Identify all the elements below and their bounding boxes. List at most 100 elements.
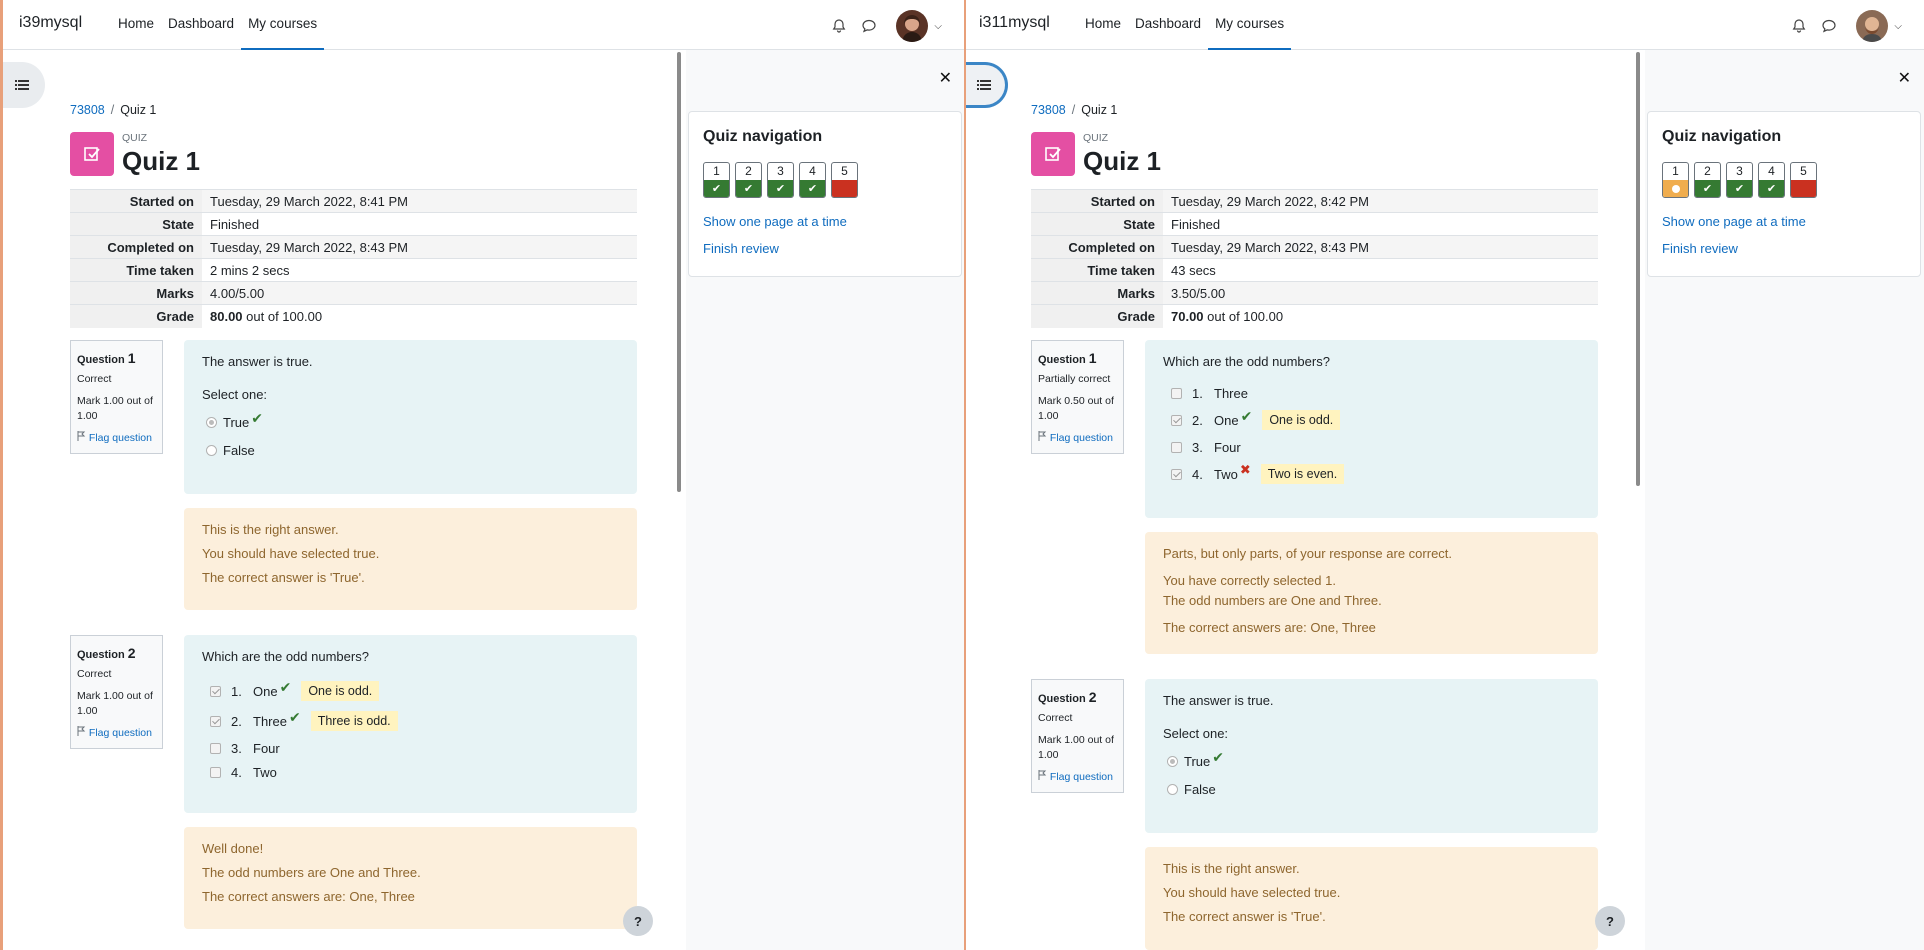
option-feedback: Three is odd. <box>310 711 398 731</box>
answer-option[interactable]: True ✔ <box>1163 747 1580 775</box>
bell-icon[interactable] <box>828 15 850 37</box>
scrollbar[interactable] <box>677 52 681 492</box>
messages-icon[interactable] <box>1818 15 1840 37</box>
question-mark: Mark 0.50 out of 1.00 <box>1038 395 1114 423</box>
option-number: 4. <box>231 764 242 780</box>
option-number: 2. <box>1192 412 1203 428</box>
checkbox[interactable] <box>210 685 221 697</box>
answer-option[interactable]: 4. Two ✖ Two is even. <box>1163 459 1580 489</box>
answer-option[interactable]: 2. Three ✔ Three is odd. <box>202 706 619 736</box>
checkbox[interactable] <box>210 766 221 778</box>
answer-option[interactable]: False <box>1163 775 1580 803</box>
nav-home[interactable]: Home <box>111 0 161 50</box>
finish-review-link[interactable]: Finish review <box>703 241 779 256</box>
question-nav-button-4[interactable]: 4 ✔ <box>1758 162 1785 198</box>
question-nav-button-2[interactable]: 2 ✔ <box>1694 162 1721 198</box>
answer-option[interactable]: 1. One ✔ One is odd. <box>202 676 619 706</box>
answer-prompt: Select one: <box>202 387 268 402</box>
question-nav-button-5[interactable]: 5 <box>1790 162 1817 198</box>
quiz-icon <box>70 132 114 176</box>
nav-my-courses[interactable]: My courses <box>241 0 325 50</box>
question-feedback: Parts, but only parts, of your response … <box>1145 532 1598 654</box>
general-feedback: This is the right answer. <box>1163 861 1300 876</box>
breadcrumb-separator: / <box>1071 103 1076 117</box>
question-buttons: 1 2 ✔ 3 ✔ 4 ✔ 5 <box>1662 162 1822 198</box>
question-formulation: Which are the odd numbers? 1. Three 2. One… <box>1145 340 1598 518</box>
grade-suffix: out of 100.00 <box>242 308 323 324</box>
flag-question-link[interactable]: Flag question <box>77 725 156 741</box>
question-word: Question <box>1038 693 1086 705</box>
breadcrumb-separator: / <box>110 103 115 117</box>
summary-row: Grade 80.00 out of 100.00 <box>70 304 637 328</box>
show-one-page-link[interactable]: Show one page at a time <box>703 214 847 229</box>
nav-dashboard[interactable]: Dashboard <box>1128 0 1208 50</box>
question-nav-button-3[interactable]: 3 ✔ <box>767 162 794 198</box>
activity-type-label: QUIZ <box>122 132 148 144</box>
chevron-down-icon[interactable]: ⌵ <box>934 21 942 32</box>
checkbox[interactable] <box>1171 387 1182 399</box>
question-feedback: This is the right answer. You should hav… <box>184 508 637 610</box>
attempt-summary-table: Started on Tuesday, 29 March 2022, 8:41 P… <box>70 189 637 328</box>
summary-label: Marks <box>1031 281 1163 305</box>
browser-pane-right: i311mysql Home Dashboard My courses ⌵ 73… <box>964 0 1924 950</box>
site-name[interactable]: i311mysql <box>979 14 1050 32</box>
show-one-page-link[interactable]: Show one page at a time <box>1662 214 1806 229</box>
user-avatar[interactable] <box>1856 10 1889 42</box>
question-nav-button-1[interactable]: 1 <box>1662 162 1689 198</box>
course-index-toggle[interactable] <box>3 62 45 108</box>
summary-value: 70.00 out of 100.00 <box>1163 305 1598 328</box>
summary-label: Marks <box>70 281 202 305</box>
flag-question-link[interactable]: Flag question <box>1038 430 1117 446</box>
finish-review-link[interactable]: Finish review <box>1662 241 1738 256</box>
answer-option[interactable]: 3. Four <box>202 736 619 760</box>
user-avatar[interactable] <box>896 10 929 42</box>
bell-icon[interactable] <box>1788 15 1810 37</box>
radio-button[interactable] <box>206 444 217 456</box>
checkbox[interactable] <box>1171 441 1182 453</box>
question-nav-button-2[interactable]: 2 ✔ <box>735 162 762 198</box>
breadcrumb: 73808 / Quiz 1 <box>70 103 156 117</box>
answer-option[interactable]: True ✔ <box>202 408 619 436</box>
site-name[interactable]: i39mysql <box>19 14 82 32</box>
messages-icon[interactable] <box>858 15 880 37</box>
nav-my-courses[interactable]: My courses <box>1208 0 1292 50</box>
question-mark: Mark 1.00 out of 1.00 <box>77 690 153 718</box>
breadcrumb-course[interactable]: 73808 <box>70 103 105 117</box>
course-index-toggle[interactable] <box>966 62 1008 108</box>
question-nav-button-4[interactable]: 4 ✔ <box>799 162 826 198</box>
flag-question-link[interactable]: Flag question <box>1038 769 1117 785</box>
scrollbar[interactable] <box>1636 52 1640 486</box>
breadcrumb-course[interactable]: 73808 <box>1031 103 1066 117</box>
answer-option[interactable]: 1. Three <box>1163 381 1580 405</box>
nav-dashboard[interactable]: Dashboard <box>161 0 241 50</box>
help-button[interactable]: ? <box>1595 906 1625 936</box>
question-nav-button-3[interactable]: 3 ✔ <box>1726 162 1753 198</box>
radio-button[interactable] <box>1167 755 1178 767</box>
checkbox[interactable] <box>1171 468 1182 480</box>
help-button[interactable]: ? <box>623 906 653 936</box>
question-info: Question 2 Correct Mark 1.00 out of 1.00… <box>1031 679 1124 793</box>
close-icon[interactable]: ✕ <box>1898 68 1911 88</box>
close-icon[interactable]: ✕ <box>939 68 952 88</box>
question-nav-button-5[interactable]: 5 <box>831 162 858 198</box>
question-nav-button-1[interactable]: 1 ✔ <box>703 162 730 198</box>
checkbox[interactable] <box>1171 414 1182 426</box>
radio-button[interactable] <box>1167 783 1178 795</box>
checkbox[interactable] <box>210 715 221 727</box>
summary-label: State <box>70 212 202 236</box>
nav-home[interactable]: Home <box>1078 0 1128 50</box>
answer-option[interactable]: 2. One ✔ One is odd. <box>1163 405 1580 435</box>
summary-row: Grade 70.00 out of 100.00 <box>1031 304 1598 328</box>
answer-option[interactable]: 3. Four <box>1163 435 1580 459</box>
chevron-down-icon[interactable]: ⌵ <box>1894 21 1902 32</box>
checkbox[interactable] <box>210 742 221 754</box>
answer-option[interactable]: 4. Two <box>202 760 619 784</box>
radio-button[interactable] <box>206 416 217 428</box>
correct-tick-icon: ✔ <box>800 180 825 197</box>
question-info: Question 2 Correct Mark 1.00 out of 1.00… <box>70 635 163 749</box>
flag-label: Flag question <box>1049 770 1113 783</box>
answer-option[interactable]: False <box>202 436 619 464</box>
quiz-navigation-drawer: ✕ Quiz navigation 1 ✔ 2 ✔ 3 ✔ 4 ✔ 5 Show one… <box>686 50 964 950</box>
general-feedback: Parts, but only parts, of your response … <box>1163 546 1453 561</box>
flag-question-link[interactable]: Flag question <box>77 430 156 446</box>
